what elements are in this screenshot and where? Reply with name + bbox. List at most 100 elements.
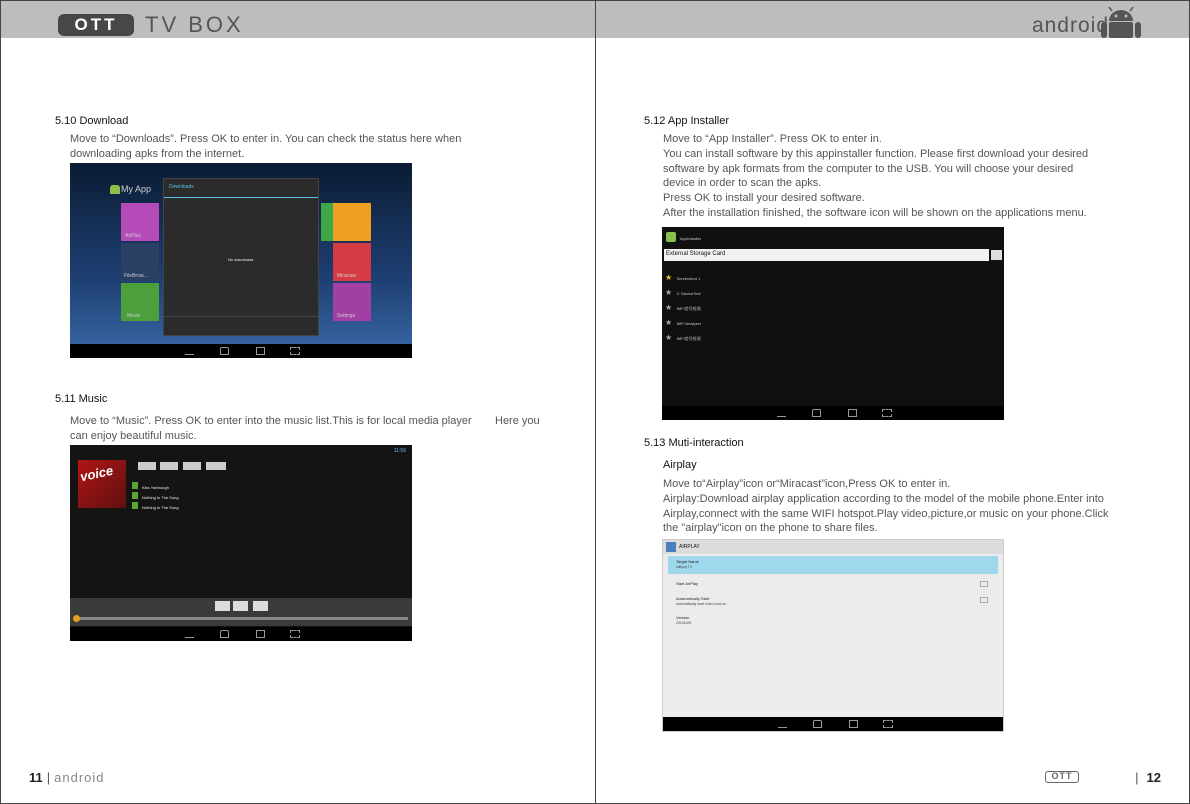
repeat-button[interactable] — [138, 462, 156, 470]
airplay-bar-title: AIRPLAY — [679, 544, 700, 550]
page-number: 12 — [1146, 770, 1161, 785]
album-cover: voice — [78, 460, 126, 508]
apk-item[interactable]: ★ 2. DeviceTest — [665, 282, 701, 297]
status-time: 11:56 — [393, 448, 406, 454]
footer-left: 11 | android — [29, 770, 105, 785]
header-bar: android — [596, 1, 1189, 38]
downloads-screenshot: My App AirPlay FileBrow... Movie Miracas… — [70, 163, 412, 358]
tile-movie: Movie — [121, 283, 159, 321]
footer-ott-logo: OTT — [1045, 771, 1079, 783]
screenshot-icon — [882, 409, 892, 417]
section-title-muti-interaction: 5.13 Muti-interaction — [644, 437, 744, 449]
text-line: software by apk formats from the compute… — [663, 162, 1074, 175]
storage-back-button[interactable] — [991, 250, 1002, 260]
apk-item[interactable]: ★ WiFi Analyzer — [665, 312, 701, 327]
tile-miracast: Miracast — [333, 243, 371, 281]
app-title: AppInstaller — [680, 236, 702, 241]
setting-row-start-airplay[interactable]: Start AirPlay — [668, 578, 998, 592]
android-small-icon — [110, 185, 120, 194]
tile-settings: Settings — [333, 283, 371, 321]
left-page: OTT TV BOX 5.10 Download Move to “Downlo… — [0, 0, 596, 804]
apk-item[interactable]: ★ Screenshot 1 — [665, 267, 701, 282]
storage-bar[interactable]: External Storage Card — [664, 249, 989, 261]
page-number: 11 — [29, 770, 43, 785]
footer-android-word: android — [54, 770, 105, 785]
footer-right: | 12 — [1135, 770, 1161, 785]
text-line: Move to “App Installer”. Press OK to ent… — [663, 133, 882, 145]
airplay-icon — [666, 542, 676, 552]
setting-row-auto-start[interactable]: Automatically Start automatically start … — [668, 594, 998, 610]
loop-button[interactable] — [183, 462, 201, 470]
screenshot-icon — [290, 630, 300, 638]
text-line: can enjoy beautiful music. — [70, 429, 197, 442]
screenshot-icon — [883, 720, 893, 728]
back-icon — [778, 720, 787, 728]
progress-track[interactable] — [74, 617, 408, 620]
recents-icon — [256, 630, 265, 638]
setting-row-version: Version 20131105 — [676, 615, 692, 625]
footer-separator: | — [46, 770, 51, 785]
checkbox[interactable] — [980, 581, 988, 587]
track-list: Kiss Yarbrough Nothing In The Song Nothi… — [132, 476, 179, 510]
overlapping-text: Here you — [495, 415, 540, 427]
home-icon — [220, 630, 229, 638]
apk-item[interactable]: ★ WiFi信号检测 — [665, 327, 701, 342]
header-bar: OTT TV BOX — [1, 1, 595, 38]
download-text: Move to “Downloads”. Press OK to enter i… — [70, 132, 461, 162]
dialog-divider — [164, 197, 318, 198]
downloads-dialog: Downloads No downloads — [163, 178, 319, 336]
back-icon — [185, 630, 194, 638]
setting-row-target-name[interactable]: Target Name lollipop TV — [668, 556, 998, 574]
home-icon — [813, 720, 822, 728]
app-installer-text: Move to “App Installer”. Press OK to ent… — [663, 132, 1088, 221]
text-line: You can install software by this appinst… — [663, 147, 1089, 160]
tile-filebrowser: FileBrow... — [121, 243, 159, 281]
text-line: device in order to scan the apks. — [663, 177, 822, 190]
list-button[interactable] — [206, 462, 226, 470]
home-label: My App — [121, 184, 152, 194]
apk-list: ★ Screenshot 1 ★ 2. DeviceTest ★ WiFi信号检… — [665, 267, 701, 342]
prev-button[interactable] — [215, 601, 230, 611]
airplay-title-bar: AIRPLAY — [663, 540, 1003, 554]
tile-airplay: AirPlay — [121, 203, 159, 241]
next-button[interactable] — [253, 601, 268, 611]
text-line: Move to “Downloads”. Press OK to enter i… — [70, 133, 462, 145]
progress-thumb[interactable] — [73, 615, 80, 622]
android-nav-bar — [662, 406, 1004, 420]
checkbox[interactable] — [980, 597, 988, 603]
back-icon — [777, 409, 786, 417]
ott-logo: OTT — [58, 14, 134, 36]
airplay-text: Move to“Airplay”icon or“Miracast”icon,Pr… — [663, 477, 1109, 536]
recents-icon — [256, 347, 265, 355]
text-line: the "airplay"icon on the phone to share … — [663, 522, 878, 535]
tile-orange — [333, 203, 371, 241]
album-title: voice — [78, 462, 115, 485]
android-nav-bar — [70, 627, 412, 641]
text-line: downloading apks from the internet. — [70, 147, 245, 160]
dialog-message: No downloads — [228, 257, 254, 262]
right-page: android 5.12 App Installer Move to “App … — [595, 0, 1190, 804]
footer-separator: | — [1135, 770, 1139, 785]
apk-item[interactable]: ★ WiFi信号检测 — [665, 297, 701, 312]
dialog-bottom-divider — [164, 316, 318, 317]
storage-label: External Storage Card — [666, 251, 726, 257]
android-nav-bar — [70, 344, 412, 358]
recents-icon — [848, 409, 857, 417]
track-item[interactable]: Nothing In The Song — [132, 496, 179, 510]
back-icon — [185, 347, 194, 355]
text-line: Move to“Airplay”icon or“Miracast”icon,Pr… — [663, 478, 951, 490]
text-line: Press OK to install your desired softwar… — [663, 192, 865, 205]
android-nav-bar — [663, 717, 1003, 731]
home-icon — [812, 409, 821, 417]
track-item[interactable]: Kiss Yarbrough — [132, 476, 179, 490]
section-title-download: 5.10 Download — [55, 115, 129, 127]
section-title-music: 5.11 Music — [55, 393, 108, 405]
track-item[interactable]: Nothing In The Song — [132, 486, 179, 500]
music-screenshot: 11:56 voice Kiss Yarbrough Nothing In Th… — [70, 445, 412, 641]
pause-button[interactable] — [233, 601, 248, 611]
recents-icon — [849, 720, 858, 728]
dialog-title: Downloads — [169, 184, 194, 190]
shuffle-button[interactable] — [160, 462, 178, 470]
airplay-screenshot: AIRPLAY Target Name lollipop TV Start Ai… — [662, 539, 1004, 732]
subsection-title-airplay: Airplay — [663, 459, 697, 471]
